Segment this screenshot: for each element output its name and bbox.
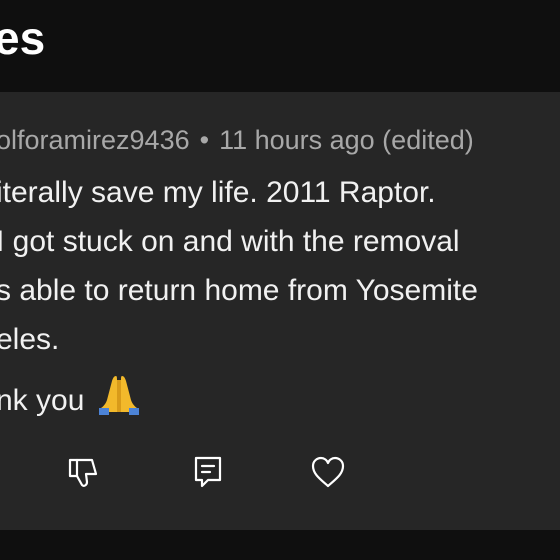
comment-author[interactable]: olforamirez9436 bbox=[0, 125, 190, 155]
comment-line: I got stuck on and with the removal bbox=[0, 225, 460, 258]
comment-line: s able to return home from Yosemite bbox=[0, 274, 478, 307]
page-title: es bbox=[0, 12, 46, 64]
comment-screen: es olforamirez9436 • 11 hours ago (edited)… bbox=[0, 0, 560, 560]
header: es bbox=[0, 0, 560, 90]
heart-icon[interactable] bbox=[308, 452, 348, 492]
meta-separator: • bbox=[199, 125, 210, 155]
thumbs-down-icon[interactable] bbox=[64, 452, 104, 492]
comment-timestamp: 11 hours ago (edited) bbox=[219, 125, 474, 155]
comment-line: iterally save my life. 2011 Raptor. bbox=[0, 176, 436, 209]
comment-line-last: nk you bbox=[0, 370, 142, 427]
comment-line-text: nk you bbox=[0, 384, 85, 417]
comment-meta: olforamirez9436 • 11 hours ago (edited) bbox=[0, 122, 474, 158]
comment-line: eles. bbox=[0, 323, 60, 356]
folded-hands-icon bbox=[96, 370, 142, 427]
reply-icon[interactable] bbox=[188, 452, 228, 492]
